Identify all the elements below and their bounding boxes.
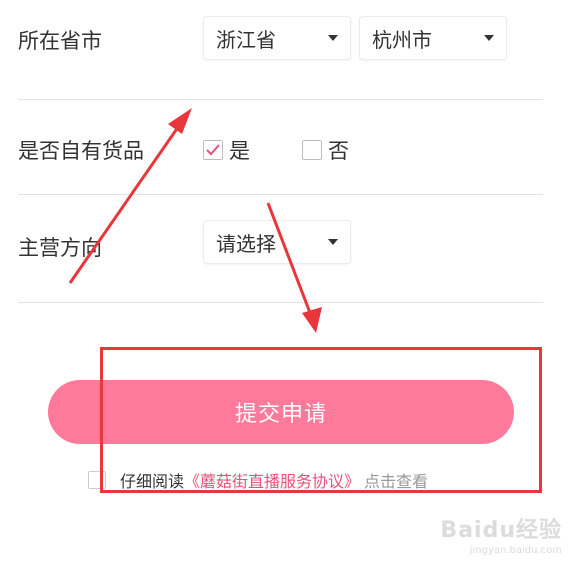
annotation-arrowhead-2 <box>302 307 322 333</box>
agreement-view-link[interactable]: 点击查看 <box>364 468 428 492</box>
checkbox-checked[interactable] <box>203 140 223 160</box>
agreement-checkbox[interactable] <box>88 471 106 489</box>
chevron-down-icon <box>484 35 494 41</box>
own-goods-no-option[interactable]: 否 <box>302 135 349 165</box>
baidu-watermark: Baidu经验 jingyan.baidu.com <box>440 512 562 556</box>
own-goods-no-label: 否 <box>328 139 349 163</box>
province-city-label: 所在省市 <box>18 29 102 53</box>
main-direction-label: 主营方向 <box>18 236 102 260</box>
province-value: 浙江省 <box>216 27 276 52</box>
divider <box>18 302 543 303</box>
submit-application-button[interactable]: 提交申请 <box>48 380 514 444</box>
province-select[interactable]: 浙江省 <box>203 16 351 60</box>
city-select[interactable]: 杭州市 <box>359 16 507 60</box>
own-goods-yes-option[interactable]: 是 <box>203 135 250 165</box>
agreement-link[interactable]: 《蘑菇街直播服务协议》 <box>184 468 360 492</box>
own-goods-yes-label: 是 <box>229 139 250 163</box>
chevron-down-icon <box>328 35 338 41</box>
checkbox-unchecked[interactable] <box>302 140 322 160</box>
divider <box>18 194 543 195</box>
main-direction-value: 请选择 <box>216 231 276 256</box>
divider <box>18 99 543 100</box>
submit-button-label: 提交申请 <box>234 402 327 427</box>
annotation-arrowhead-1 <box>168 108 192 134</box>
chevron-down-icon <box>328 239 338 245</box>
city-value: 杭州市 <box>372 27 432 52</box>
own-goods-label: 是否自有货品 <box>18 139 144 163</box>
watermark-main: Baidu经验 <box>440 518 562 543</box>
agreement-line: 仔细阅读 《蘑菇街直播服务协议》 点击查看 <box>88 468 428 492</box>
main-direction-select[interactable]: 请选择 <box>203 220 351 264</box>
watermark-sub: jingyan.baidu.com <box>469 545 562 556</box>
checkmark-icon <box>206 144 220 156</box>
agreement-prefix: 仔细阅读 <box>120 472 185 491</box>
